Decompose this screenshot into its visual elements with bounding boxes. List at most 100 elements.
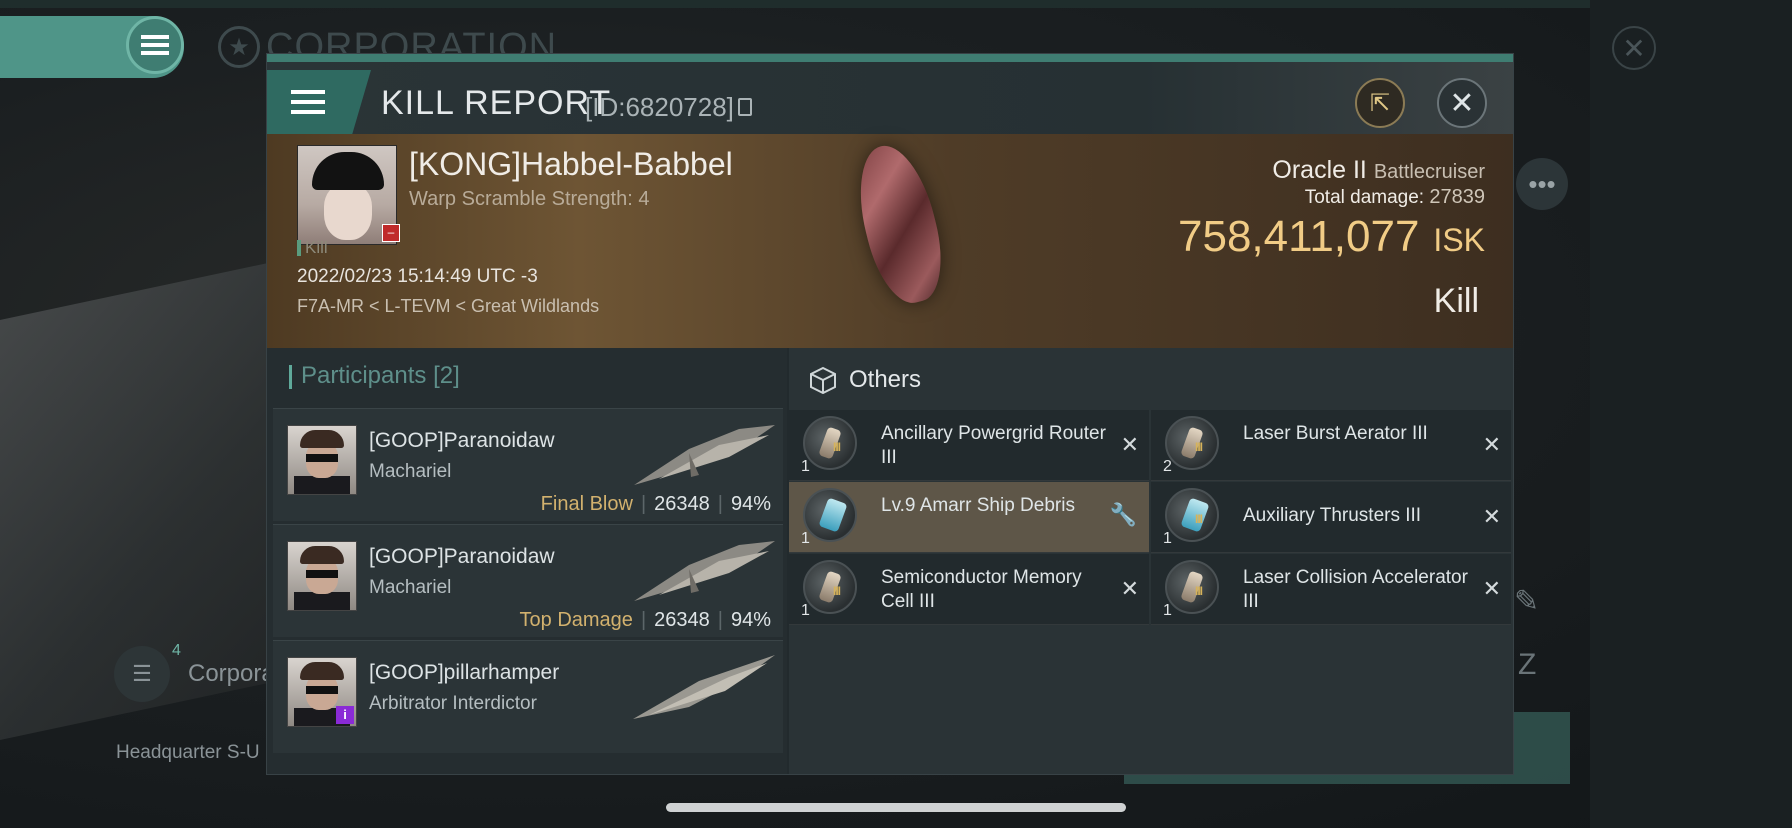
item-name: Semiconductor Memory Cell III: [881, 567, 1082, 612]
portrait-glasses: [306, 686, 338, 694]
item-quantity: 1: [1163, 530, 1172, 547]
dropped-item[interactable]: III 1 Auxiliary Thrusters III ✕: [1151, 482, 1511, 553]
dropped-item[interactable]: III 1 Laser Collision Accelerator III ✕: [1151, 554, 1511, 625]
corporation-menu-icon[interactable]: ☰: [114, 646, 170, 702]
victim-ship-image[interactable]: [846, 137, 954, 311]
module-icon: [1165, 560, 1219, 614]
participant-stats: Top Damage | 26348 | 94%: [519, 609, 771, 631]
share-icon[interactable]: ⇱: [1355, 78, 1405, 128]
dropped-item[interactable]: III 2 Laser Burst Aerator III ✕: [1151, 410, 1511, 481]
participant-role: Top Damage: [519, 609, 633, 631]
participant-ship: Machariel: [369, 577, 452, 598]
corporation-badge: 4: [172, 642, 181, 659]
victim-name[interactable]: [KONG]Habbel-Babbel: [409, 146, 733, 183]
total-damage-label: Total damage:: [1304, 187, 1425, 208]
total-damage-line: Total damage: 27839: [1305, 186, 1485, 209]
participant-ship: Machariel: [369, 461, 452, 482]
kill-report-modal: KILL REPORT [ID:6820728] ⇱ ✕ – [KONG]Hab…: [266, 53, 1514, 775]
participant-ship-image: [634, 425, 775, 485]
isk-unit: ISK: [1433, 222, 1485, 258]
hamburger-icon: [291, 90, 325, 114]
participant-portrait[interactable]: [287, 541, 357, 611]
kill-report-id: [ID:6820728]: [585, 92, 734, 122]
victim-ship-line: Oracle II Battlecruiser: [1272, 156, 1485, 185]
background-close-icon[interactable]: ✕: [1612, 26, 1656, 70]
others-panel: Others III 1 Ancillary Powergrid Router …: [789, 348, 1513, 774]
item-tier: III: [1195, 584, 1203, 598]
victim-portrait[interactable]: –: [297, 145, 400, 245]
edit-icon[interactable]: ✎: [1514, 584, 1539, 619]
participant-role: Final Blow: [540, 493, 633, 515]
item-quantity: 1: [1163, 602, 1172, 619]
item-tier: III: [1195, 512, 1203, 526]
debris-icon: [803, 488, 857, 542]
item-name: Laser Burst Aerator III: [1243, 423, 1428, 444]
portrait-hair: [300, 546, 344, 564]
close-button[interactable]: ✕: [1437, 78, 1487, 128]
victim-ship-name[interactable]: Oracle II: [1272, 156, 1366, 184]
more-options-icon[interactable]: •••: [1516, 158, 1568, 210]
module-icon: [803, 416, 857, 470]
copy-icon[interactable]: [738, 98, 752, 116]
participants-panel: Participants [2] [GOOP]Paranoidaw Machar…: [267, 348, 787, 774]
isk-line: 758,411,077 ISK: [1178, 212, 1485, 262]
portrait-face: [324, 184, 372, 240]
module-icon: [803, 560, 857, 614]
participant-card[interactable]: i [GOOP]pillarhamper Arbitrator Interdic…: [273, 640, 783, 753]
background-right-panel: [1590, 0, 1792, 828]
modal-header: KILL REPORT [ID:6820728] ⇱ ✕: [267, 62, 1513, 134]
participants-title: Participants [2]: [301, 362, 460, 390]
hamburger-icon: [141, 35, 169, 55]
module-icon: [1165, 416, 1219, 470]
kill-tag: Kill: [305, 238, 328, 257]
headquarter-label: Headquarter S-U: [116, 742, 260, 763]
portrait-suit: [294, 476, 350, 494]
item-name: Lv.9 Amarr Ship Debris: [881, 495, 1075, 516]
main-menu-button[interactable]: [126, 16, 184, 74]
item-tier: III: [833, 440, 841, 454]
module-tube: [818, 497, 848, 533]
portrait-hair: [300, 430, 344, 448]
participant-stats: Final Blow | 26348 | 94%: [540, 493, 771, 515]
kill-result: Kill: [1433, 282, 1479, 320]
participant-card[interactable]: [GOOP]Paranoidaw Machariel Top Damage | 26…: [273, 524, 783, 637]
victim-banner: – [KONG]Habbel-Babbel Warp Scramble Stre…: [267, 134, 1513, 348]
isk-value: 758,411,077: [1178, 212, 1420, 261]
participant-portrait[interactable]: i: [287, 657, 357, 727]
participant-name: [GOOP]pillarhamper: [369, 661, 560, 684]
kill-time: 2022/02/23 15:14:49 UTC -3: [297, 266, 538, 287]
hostile-flag-icon: –: [382, 224, 400, 242]
participant-damage: 26348: [654, 609, 710, 631]
participants-title-marker: [289, 365, 292, 389]
participant-card[interactable]: [GOOP]Paranoidaw Machariel Final Blow | 26…: [273, 408, 783, 521]
portrait-glasses: [306, 570, 338, 578]
participant-portrait[interactable]: [287, 425, 357, 495]
victim-warp-scramble: Warp Scramble Strength: 4: [409, 188, 650, 210]
z-settings-icon[interactable]: Z: [1518, 648, 1536, 682]
item-tier: III: [833, 584, 841, 598]
modal-title: KILL REPORT: [381, 84, 612, 122]
participant-percent: 94%: [730, 609, 771, 631]
kill-location[interactable]: F7A-MR < L-TEVM < Great Wildlands: [297, 296, 599, 317]
participant-percent: 94%: [730, 493, 771, 515]
destroyed-x-icon: ✕: [1482, 504, 1501, 529]
kill-tag-marker: [297, 240, 301, 256]
others-title: Others: [849, 366, 922, 393]
participants-title-text: Participants: [301, 362, 427, 389]
item-quantity: 2: [1163, 458, 1172, 475]
item-name: Auxiliary Thrusters III: [1243, 505, 1422, 526]
dropped-item[interactable]: 1 Lv.9 Amarr Ship Debris 🔧: [789, 482, 1149, 553]
portrait-glasses: [306, 454, 338, 462]
participant-damage: 26348: [654, 493, 710, 515]
modal-menu-button[interactable]: [267, 70, 371, 134]
item-quantity: 1: [801, 458, 810, 475]
destroyed-x-icon: ✕: [1482, 576, 1501, 601]
background-top-line: [0, 0, 1792, 8]
dropped-item[interactable]: III 1 Semiconductor Memory Cell III ✕: [789, 554, 1149, 625]
destroyed-x-icon: ✕: [1482, 432, 1501, 457]
victim-ship-class: Battlecruiser: [1373, 161, 1485, 183]
dropped-item[interactable]: III 1 Ancillary Powergrid Router III ✕: [789, 410, 1149, 481]
corporation-row-label[interactable]: Corpora: [188, 660, 275, 688]
corporation-star-icon: ★: [218, 26, 260, 68]
home-indicator[interactable]: [666, 803, 1126, 812]
